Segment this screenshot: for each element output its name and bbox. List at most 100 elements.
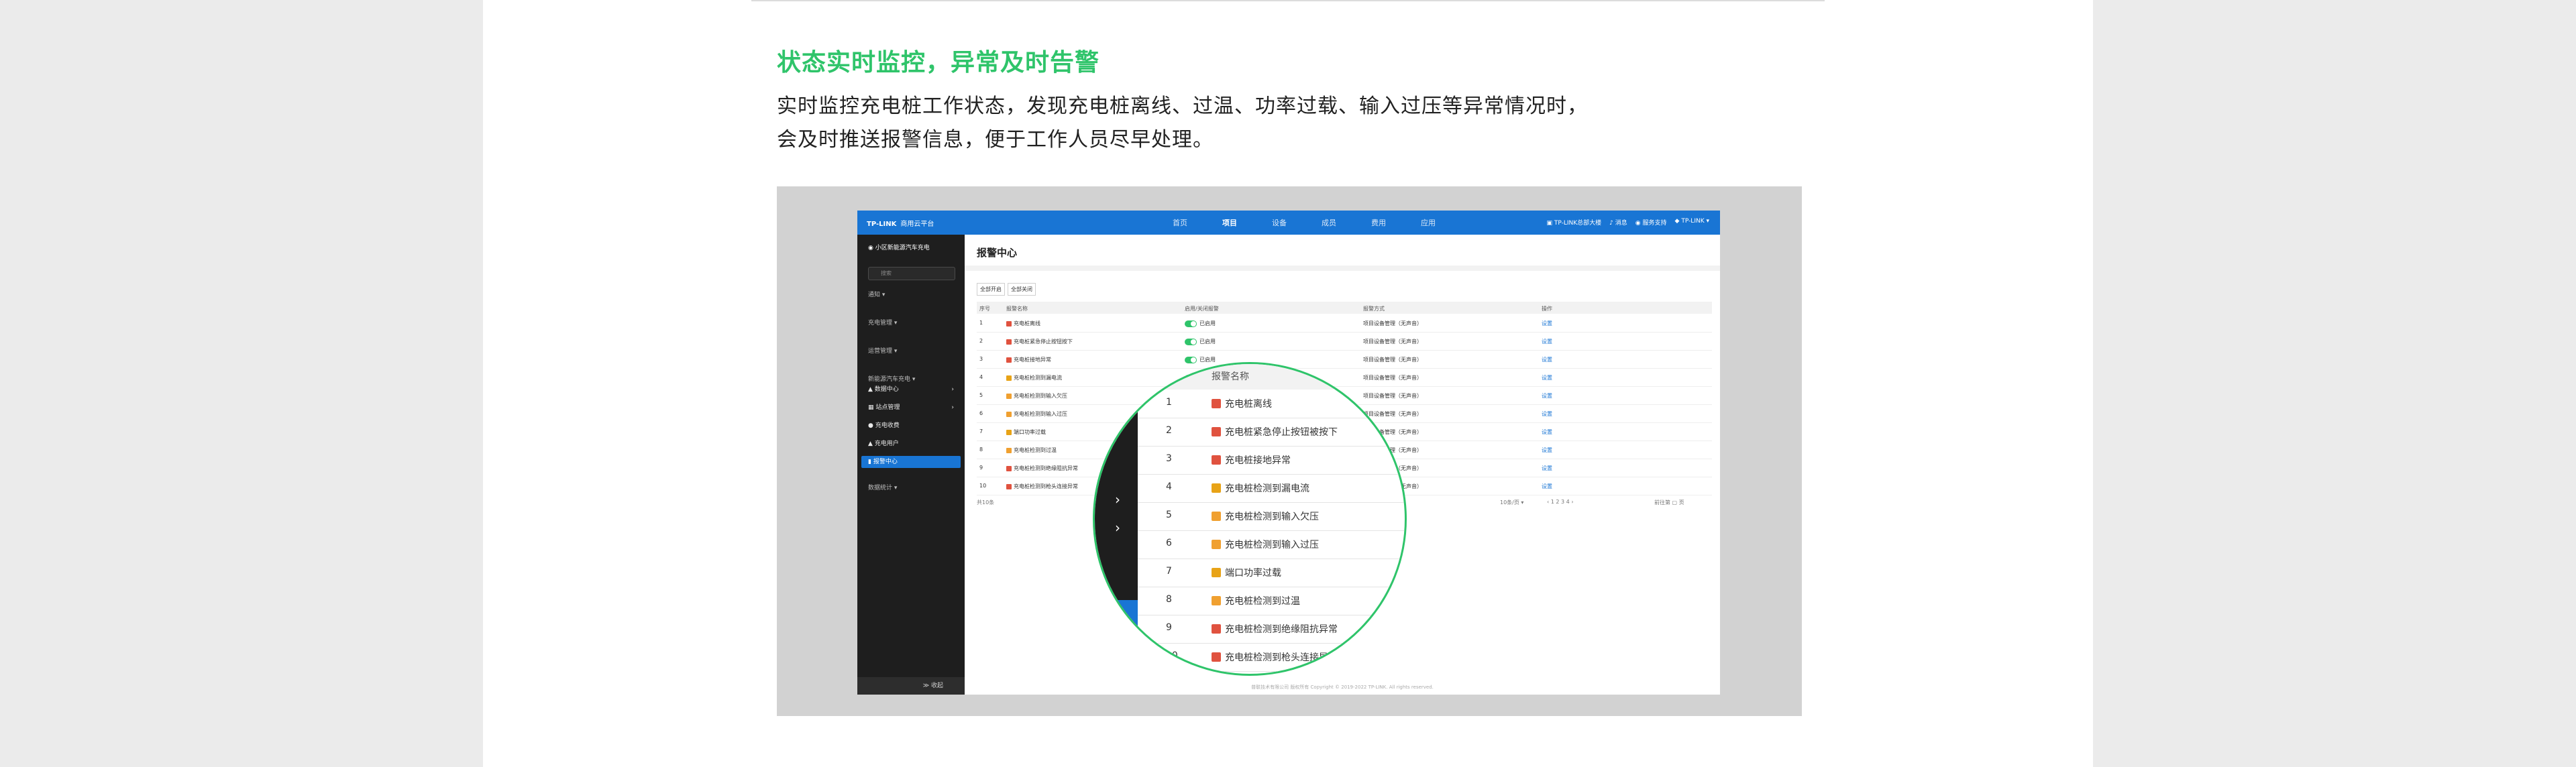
- toggle-switch[interactable]: [1185, 356, 1197, 363]
- magnified-row: 6 充电桩检测到输入过压: [1138, 530, 1405, 559]
- nav-apps[interactable]: 应用: [1421, 217, 1436, 228]
- nav-fee[interactable]: 费用: [1371, 217, 1386, 228]
- per-page-label: 10条/页: [1500, 499, 1519, 506]
- toggle-switch[interactable]: [1185, 320, 1197, 327]
- alarm-icon: [1212, 512, 1221, 521]
- row-number: 7: [1166, 566, 1172, 577]
- enable-all-button[interactable]: 全部开启: [977, 283, 1005, 296]
- settings-link[interactable]: 设置: [1542, 392, 1552, 400]
- logo-text: TP-LINK: [867, 221, 897, 228]
- sidebar-group-ev[interactable]: 新能源汽车充电 ▾: [868, 374, 915, 383]
- sidebar-group-stats[interactable]: 数据统计 ▾: [868, 483, 897, 491]
- alarm-icon: [1212, 455, 1221, 465]
- user-menu[interactable]: ◆ TP-LINK ▾: [1675, 218, 1709, 227]
- alarm-icon: [1006, 339, 1012, 345]
- per-page-select[interactable]: 10条/页 ▾: [1500, 499, 1523, 506]
- settings-link[interactable]: 设置: [1542, 374, 1552, 381]
- alarm-icon: [1212, 399, 1221, 408]
- alarm-toggle[interactable]: 已启用: [1185, 338, 1216, 345]
- collapse-button[interactable]: ≫ 收起: [857, 677, 965, 695]
- alarm-name: 充电桩紧急停止按钮按下: [1006, 338, 1073, 345]
- alarm-name: 充电桩检测到过温: [1212, 594, 1300, 607]
- alarm-name: 充电桩检测到输入欠压: [1006, 392, 1067, 400]
- sidebar-item-fee[interactable]: ● 充电收费: [868, 420, 954, 432]
- sidebar-item-data-center[interactable]: ▲ 数据中心 ›: [868, 384, 954, 396]
- settings-link[interactable]: 设置: [1542, 320, 1552, 327]
- toggle-switch[interactable]: [1185, 338, 1197, 345]
- settings-link[interactable]: 设置: [1542, 356, 1552, 363]
- goto-page[interactable]: 前往第 ▢ 页: [1654, 499, 1684, 506]
- magnified-row: 9 充电桩检测到绝缘阻抗异常: [1138, 615, 1405, 644]
- magnified-row: 1 充电桩离线: [1138, 390, 1405, 418]
- nav-home[interactable]: 首页: [1173, 217, 1187, 228]
- next-page-button[interactable]: ›: [1571, 499, 1573, 505]
- section-heading: 状态实时监控，异常及时告警: [777, 49, 1100, 76]
- sidebar-item-users[interactable]: ▲ 充电用户: [868, 438, 954, 450]
- sidebar-item-alarm[interactable]: ▮ 报警中心: [861, 456, 961, 468]
- alarm-icon: [1006, 483, 1012, 489]
- settings-link[interactable]: 设置: [1542, 483, 1552, 490]
- alarm-icon: [1006, 320, 1012, 327]
- alarm-name-label: 端口功率过载: [1014, 429, 1046, 435]
- sidebar-group-operation[interactable]: 运营管理 ▾: [868, 346, 897, 355]
- alarm-name: 充电桩检测到输入过压: [1006, 410, 1067, 418]
- page-3[interactable]: 3: [1561, 499, 1564, 505]
- settings-link[interactable]: 设置: [1542, 428, 1552, 436]
- row-number: 8: [979, 447, 983, 453]
- sidebar-item-label: 充电收费: [875, 422, 900, 429]
- group-label: 新能源汽车充电: [868, 376, 911, 383]
- table-row: 1 充电桩离线 已启用 项目设备管理（无声音） 设置: [977, 314, 1712, 333]
- alarm-icon: [1006, 411, 1012, 417]
- page-unit-label: 页: [1678, 499, 1684, 506]
- total-count: 共10条: [977, 499, 995, 506]
- alarm-method: 项目设备管理（无声音）: [1363, 339, 1422, 345]
- brand-logo[interactable]: TP-LINK 商用云平台: [867, 218, 934, 228]
- disable-all-button[interactable]: 全部关闭: [1008, 283, 1036, 296]
- row-number: 7: [979, 428, 983, 434]
- sidebar-group-charging[interactable]: 充电管理 ▾: [868, 318, 897, 327]
- nav-project[interactable]: 项目: [1222, 217, 1237, 228]
- page-4[interactable]: 4: [1566, 499, 1570, 505]
- alarm-toggle[interactable]: 已启用: [1185, 356, 1216, 363]
- group-label: 通知: [868, 292, 881, 298]
- page-2[interactable]: 2: [1556, 499, 1559, 505]
- row-number: 5: [1166, 510, 1172, 520]
- row-number: 4: [1166, 481, 1172, 492]
- search-input[interactable]: 搜索: [868, 267, 955, 280]
- settings-link[interactable]: 设置: [1542, 338, 1552, 345]
- alarm-name-label: 充电桩检测到绝缘阻抗异常: [1225, 624, 1338, 635]
- site-selector[interactable]: ◉ 小区新能源汽车充电: [868, 243, 930, 251]
- settings-link[interactable]: 设置: [1542, 410, 1552, 418]
- page-1[interactable]: 1: [1551, 499, 1554, 505]
- alarm-name-label: 充电桩检测到枪头连接异常: [1014, 483, 1078, 489]
- column-header: 报警方式: [1363, 306, 1385, 312]
- alarm-toggle[interactable]: 已启用: [1185, 320, 1216, 327]
- building-selector[interactable]: ▣ TP-LINK总部大楼: [1547, 218, 1602, 227]
- alarm-icon: [1212, 652, 1221, 662]
- magnified-row: 3 充电桩接地异常: [1138, 446, 1405, 475]
- nav-member[interactable]: 成员: [1322, 217, 1336, 228]
- settings-link[interactable]: 设置: [1542, 447, 1552, 454]
- top-right-menu: ▣ TP-LINK总部大楼 ♪ 消息 ◉ 服务支持 ◆ TP-LINK ▾: [1547, 218, 1709, 227]
- alarm-name-label: 充电桩检测到漏电流: [1225, 483, 1309, 494]
- alarm-name-label: 充电桩接地异常: [1225, 455, 1291, 466]
- row-number: 4: [979, 374, 983, 380]
- table-header: 序号 报警名称 启用/关闭报警 报警方式 操作: [977, 302, 1712, 314]
- settings-link[interactable]: 设置: [1542, 465, 1552, 472]
- magnified-column-header: 报警名称: [1212, 371, 1249, 382]
- chevron-right-icon: ›: [1115, 520, 1120, 536]
- support-button[interactable]: ◉ 服务支持: [1635, 218, 1667, 227]
- nav-device[interactable]: 设备: [1272, 217, 1287, 228]
- alarm-icon: [1006, 429, 1012, 435]
- message-button[interactable]: ♪ 消息: [1609, 218, 1627, 227]
- alarm-icon: [1212, 483, 1221, 493]
- row-number: 3: [979, 356, 983, 362]
- row-number: 5: [979, 392, 983, 398]
- sidebar-item-label: 报警中心: [873, 459, 898, 465]
- sidebar-item-sites[interactable]: ▦ 站点管理 ›: [868, 402, 954, 414]
- magnified-row: 8 充电桩检测到过温: [1138, 587, 1405, 615]
- app-screen: TP-LINK 商用云平台 首页 项目 设备 成员 费用 应用 ▣ TP-LINK…: [857, 211, 1720, 695]
- alarm-name-label: 充电桩检测到输入欠压: [1014, 393, 1067, 399]
- prev-page-button[interactable]: ‹: [1547, 499, 1549, 505]
- sidebar-group-notice[interactable]: 通知 ▾: [868, 290, 885, 298]
